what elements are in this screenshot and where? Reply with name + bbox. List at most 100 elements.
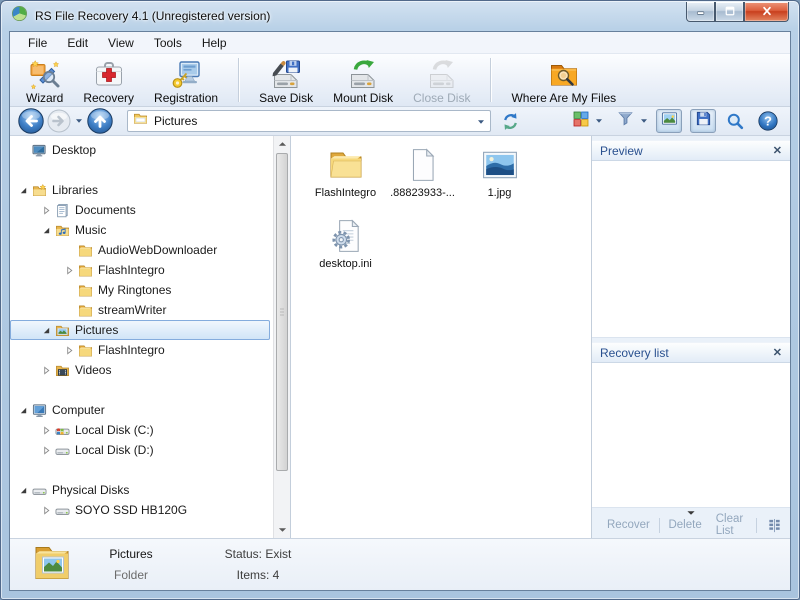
expander-icon[interactable] bbox=[39, 326, 53, 335]
folder-icon bbox=[76, 263, 95, 278]
tree-item-computer[interactable]: Computer bbox=[10, 400, 270, 420]
toolbar-button-label: Mount Disk bbox=[333, 91, 394, 105]
menu-item-view[interactable]: View bbox=[98, 33, 144, 53]
file-item-88823933[interactable]: .88823933-... bbox=[385, 141, 460, 199]
file-item-1-jpg[interactable]: 1.jpg bbox=[462, 141, 537, 199]
tree-item-local-disk-c[interactable]: Local Disk (C:) bbox=[10, 420, 270, 440]
grid-view-icon[interactable] bbox=[767, 518, 782, 533]
wizard-button[interactable]: Wizard bbox=[17, 55, 72, 105]
tree-item-pictures[interactable]: Pictures bbox=[10, 320, 270, 340]
preview-panel-title: Preview bbox=[600, 143, 643, 158]
tree-item-label: SOYO SSD HB120G bbox=[75, 503, 188, 517]
recovery-icon bbox=[93, 58, 125, 91]
folder-icon bbox=[76, 243, 95, 258]
close-button[interactable] bbox=[744, 2, 789, 22]
views-icon bbox=[573, 111, 589, 132]
tree-item-libraries[interactable]: Libraries bbox=[10, 180, 270, 200]
tree-item-streamwriter[interactable]: streamWriter bbox=[10, 300, 270, 320]
toggle-preview-panel-button[interactable] bbox=[656, 109, 682, 133]
back-button[interactable] bbox=[18, 108, 44, 134]
address-folder-icon bbox=[133, 111, 148, 131]
content-area: Desktop Libraries Documents Music AudioWebDo… bbox=[10, 136, 790, 538]
tree-item-videos[interactable]: Videos bbox=[10, 360, 270, 380]
refresh-button[interactable] bbox=[501, 112, 520, 131]
tree-item-flashintegro[interactable]: FlashIntegro bbox=[10, 260, 270, 280]
recovery-close-icon[interactable]: ✕ bbox=[773, 346, 782, 359]
tree-item-local-disk-d[interactable]: Local Disk (D:) bbox=[10, 440, 270, 460]
view-mode-button[interactable] bbox=[573, 111, 603, 132]
scroll-up-icon[interactable] bbox=[274, 136, 290, 152]
forward-button[interactable] bbox=[47, 109, 71, 133]
expander-icon[interactable] bbox=[39, 505, 53, 515]
menu-item-file[interactable]: File bbox=[18, 33, 57, 53]
save-disk-button[interactable]: Save Disk bbox=[250, 55, 322, 105]
expander-icon[interactable] bbox=[16, 486, 30, 495]
tree-item-audiowebdownloader[interactable]: AudioWebDownloader bbox=[10, 240, 270, 260]
filter-dropdown-icon[interactable] bbox=[640, 118, 648, 124]
tree-item-label: Local Disk (D:) bbox=[75, 443, 154, 457]
toolbar-button-label: Where Are My Files bbox=[511, 91, 617, 105]
file-item-label: FlashIntegro bbox=[314, 187, 377, 199]
file-item-desktop-ini[interactable]: desktop.ini bbox=[308, 212, 383, 270]
delete-button[interactable]: Delete bbox=[661, 519, 708, 531]
maximize-button[interactable] bbox=[715, 2, 744, 22]
tree-item-label: Desktop bbox=[52, 143, 97, 157]
clear-list-button[interactable]: Clear List bbox=[709, 513, 755, 537]
expander-icon[interactable] bbox=[62, 265, 76, 275]
tree-item-my-ringtones[interactable]: My Ringtones bbox=[10, 280, 270, 300]
videos-icon bbox=[53, 363, 72, 378]
file-item-flashintegro[interactable]: FlashIntegro bbox=[308, 141, 383, 199]
tree-scrollbar[interactable] bbox=[273, 136, 290, 538]
toolbar: Wizard Recovery Registration Save Disk Mount… bbox=[10, 54, 790, 107]
expander-icon[interactable] bbox=[39, 445, 53, 455]
tree-item-soyo-ssd-hb120g[interactable]: SOYO SSD HB120G bbox=[10, 500, 270, 520]
address-bar[interactable]: Pictures bbox=[127, 110, 491, 132]
expander-icon[interactable] bbox=[62, 345, 76, 355]
recovery-panel-header: Recovery list ✕ bbox=[592, 342, 790, 363]
views-dropdown-icon[interactable] bbox=[595, 118, 603, 124]
menu-item-edit[interactable]: Edit bbox=[57, 33, 98, 53]
recover-button[interactable]: Recover bbox=[600, 519, 657, 531]
toggle-recovery-list-button[interactable] bbox=[690, 109, 716, 133]
tree-item-label: streamWriter bbox=[98, 303, 167, 317]
tree-item-label: Videos bbox=[75, 363, 112, 377]
status-exist: Status: Exist bbox=[224, 546, 292, 561]
tree-item-physical-disks[interactable]: Physical Disks bbox=[10, 480, 270, 500]
tree-item-documents[interactable]: Documents bbox=[10, 200, 270, 220]
filter-button[interactable] bbox=[617, 110, 648, 132]
right-panel: Preview ✕ Recovery list ✕ Recover Delete… bbox=[591, 136, 790, 538]
recovery-actions: Recover Delete Clear List bbox=[592, 508, 790, 538]
recovery-button[interactable]: Recovery bbox=[74, 55, 143, 105]
collapse-arrow-icon[interactable] bbox=[687, 503, 696, 521]
expander-icon[interactable] bbox=[16, 406, 30, 415]
maximize-icon bbox=[724, 3, 736, 21]
search-button[interactable] bbox=[726, 112, 744, 130]
scroll-down-icon[interactable] bbox=[274, 522, 290, 538]
expander-icon[interactable] bbox=[16, 186, 30, 195]
expander-icon[interactable] bbox=[39, 425, 53, 435]
status-item-kind: Folder bbox=[113, 567, 148, 582]
address-dropdown-icon[interactable] bbox=[477, 112, 485, 130]
tree-item-music[interactable]: Music bbox=[10, 220, 270, 240]
expander-icon[interactable] bbox=[39, 365, 53, 375]
minimize-button[interactable] bbox=[686, 2, 715, 22]
toolbar-separator bbox=[238, 58, 240, 102]
menu-item-tools[interactable]: Tools bbox=[144, 33, 192, 53]
scrollbar-thumb[interactable] bbox=[276, 153, 288, 471]
expander-icon[interactable] bbox=[39, 226, 53, 235]
preview-close-icon[interactable]: ✕ bbox=[773, 144, 782, 157]
expander-icon[interactable] bbox=[39, 205, 53, 215]
history-dropdown-icon[interactable] bbox=[75, 118, 83, 124]
registration-button[interactable]: Registration bbox=[145, 55, 227, 105]
tree-item-desktop[interactable]: Desktop bbox=[10, 140, 270, 160]
tree-item-flashintegro[interactable]: FlashIntegro bbox=[10, 340, 270, 360]
menu-item-help[interactable]: Help bbox=[192, 33, 237, 53]
up-button[interactable] bbox=[87, 108, 113, 134]
help-button[interactable]: ? bbox=[758, 111, 778, 131]
disk-icon bbox=[53, 503, 72, 518]
close-disk-button[interactable]: Close Disk bbox=[404, 55, 479, 105]
where-are-my-files-button[interactable]: Where Are My Files bbox=[502, 55, 625, 105]
desktop-icon bbox=[30, 143, 49, 158]
mount-disk-button[interactable]: Mount Disk bbox=[324, 55, 402, 105]
